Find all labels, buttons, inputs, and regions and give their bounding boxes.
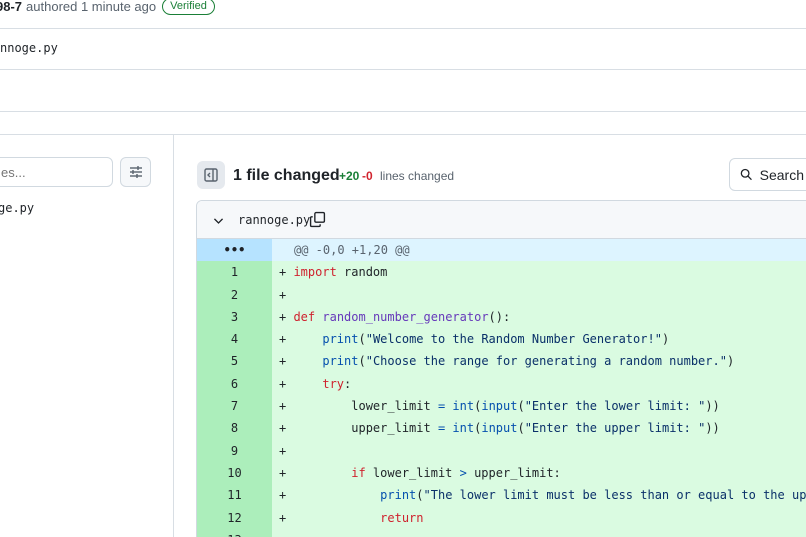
toggle-file-tree-button[interactable]: [197, 161, 225, 189]
sidebar-collapse-icon: [203, 167, 219, 183]
diff-line-row: 12+ return: [197, 507, 806, 529]
diff-line-row: 2+: [197, 284, 806, 306]
line-number[interactable]: 12: [197, 507, 272, 529]
code-line: +: [272, 440, 806, 462]
code-line: + print("The lower limit must be less th…: [272, 484, 806, 506]
filter-files-input[interactable]: [0, 157, 113, 187]
line-number[interactable]: 8: [197, 417, 272, 439]
code-line: +: [272, 529, 806, 537]
code-line: + print("Welcome to the Random Number Ge…: [272, 328, 806, 350]
hunk-header-text: @@ -0,0 +1,20 @@: [272, 239, 806, 261]
code-line: + return: [272, 507, 806, 529]
line-number[interactable]: 2: [197, 284, 272, 306]
diff-line-row: 13+: [197, 529, 806, 537]
code-line: + if lower_limit > upper_limit:: [272, 462, 806, 484]
diff-line-row: 8+ upper_limit = int(input("Enter the up…: [197, 417, 806, 439]
lines-changed-label: lines changed: [380, 169, 454, 183]
line-number[interactable]: 10: [197, 462, 272, 484]
filter-options-button[interactable]: [120, 157, 151, 187]
diff-line-row: 10+ if lower_limit > upper_limit:: [197, 462, 806, 484]
diff-line-row: 6+ try:: [197, 373, 806, 395]
authored-time: authored 1 minute ago: [26, 0, 156, 14]
sliders-icon: [128, 164, 144, 180]
file-tree-item[interactable]: ge.py: [0, 201, 34, 215]
verified-badge[interactable]: Verified: [162, 0, 215, 15]
commit-file-name: nnoge.py: [0, 41, 58, 55]
hunk-header-row: ••• @@ -0,0 +1,20 @@: [197, 239, 806, 261]
line-number[interactable]: 4: [197, 328, 272, 350]
line-number[interactable]: 6: [197, 373, 272, 395]
search-within-code-input[interactable]: Search w: [729, 158, 806, 191]
additions-count: +20: [339, 169, 359, 183]
code-line: + upper_limit = int(input("Enter the upp…: [272, 417, 806, 439]
code-line: + def random_number_generator():: [272, 306, 806, 328]
file-tree-panel: ge.py: [0, 135, 174, 537]
diff-file-header: rannoge.py: [197, 201, 806, 239]
divider: [0, 69, 806, 70]
line-number[interactable]: 13: [197, 529, 272, 537]
line-number[interactable]: 11: [197, 484, 272, 506]
diff-line-row: 5+ print("Choose the range for generatin…: [197, 350, 806, 372]
commit-meta: 98-7 authored 1 minute ago Verified: [0, 0, 215, 16]
code-line: + print("Choose the range for generating…: [272, 350, 806, 372]
expand-hunk-button[interactable]: •••: [197, 239, 272, 261]
search-label: Search w: [760, 167, 806, 183]
diff-line-row: 11+ print("The lower limit must be less …: [197, 484, 806, 506]
line-number[interactable]: 3: [197, 306, 272, 328]
code-line: +: [272, 284, 806, 306]
code-line: + try:: [272, 373, 806, 395]
diff-view: rannoge.py ••• @@ -0,0 +1,20 @@ 1+ impor…: [196, 200, 806, 537]
divider: [0, 28, 806, 29]
diff-lines: 1+ import random2+3+ def random_number_g…: [197, 261, 806, 537]
files-changed-count: 1 file changed: [233, 167, 340, 185]
line-number[interactable]: 9: [197, 440, 272, 462]
diff-line-row: 4+ print("Welcome to the Random Number G…: [197, 328, 806, 350]
copy-icon[interactable]: [309, 211, 326, 228]
code-line: + import random: [272, 261, 806, 283]
deletions-count: -0: [362, 169, 373, 183]
line-number[interactable]: 7: [197, 395, 272, 417]
divider: [0, 111, 806, 112]
code-line: + lower_limit = int(input("Enter the low…: [272, 395, 806, 417]
line-number[interactable]: 1: [197, 261, 272, 283]
chevron-down-icon[interactable]: [212, 214, 225, 227]
diff-line-row: 1+ import random: [197, 261, 806, 283]
diff-line-row: 7+ lower_limit = int(input("Enter the lo…: [197, 395, 806, 417]
search-icon: [740, 167, 753, 182]
diff-line-row: 3+ def random_number_generator():: [197, 306, 806, 328]
diff-file-name[interactable]: rannoge.py: [238, 213, 310, 227]
commit-author[interactable]: 98-7: [0, 0, 22, 14]
line-number[interactable]: 5: [197, 350, 272, 372]
diff-line-row: 9+: [197, 440, 806, 462]
